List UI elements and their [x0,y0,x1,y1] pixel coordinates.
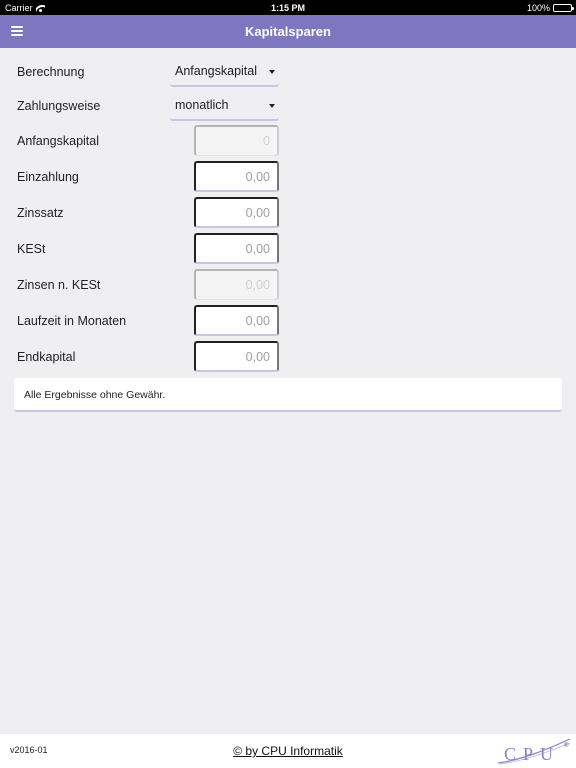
row-zinsen-kest: Zinsen n. KESt [0,268,576,302]
endkapital-label: Endkapital [17,350,76,364]
row-einzahlung: Einzahlung [0,160,576,194]
disclaimer-text: Alle Ergebnisse ohne Gewähr. [24,389,166,401]
row-anfangskapital: Anfangskapital [0,124,576,158]
row-endkapital: Endkapital [0,340,576,374]
einzahlung-label: Einzahlung [17,170,79,184]
dropdown-caret-icon [269,70,275,74]
row-kest: KESt [0,232,576,266]
berechnung-value: Anfangskapital [175,64,258,78]
row-berechnung: Berechnung Anfangskapital [0,55,576,89]
kest-label: KESt [17,242,46,256]
zinsen-kest-field [194,269,279,300]
page-title: Kapitalsparen [245,24,331,39]
berechnung-select[interactable]: Anfangskapital [170,57,279,87]
zahlungsweise-select[interactable]: monatlich [170,91,279,121]
battery-icon [553,4,574,12]
zahlungsweise-label: Zahlungsweise [17,99,101,113]
credit-link[interactable]: © by CPU Informatik [0,744,576,758]
row-zahlungsweise: Zahlungsweise monatlich [0,89,576,123]
anfangskapital-field [194,125,279,156]
zinssatz-field[interactable] [194,197,279,228]
footer: v2016-01 © by CPU Informatik CPU ® [0,734,576,768]
zahlungsweise-value: monatlich [175,98,229,112]
laufzeit-field[interactable] [194,305,279,336]
battery-status: 100% [526,3,574,13]
status-bar: Carrier 1:15 PM 100% [0,0,576,15]
kest-field[interactable] [194,233,279,264]
endkapital-field[interactable] [194,341,279,372]
battery-percent: 100% [526,3,550,13]
einzahlung-field[interactable] [194,161,279,192]
status-time: 1:15 PM [270,3,305,13]
nav-bar: Kapitalsparen [0,15,576,48]
dropdown-caret-icon [269,104,275,108]
laufzeit-label: Laufzeit in Monaten [17,314,127,328]
anfangskapital-label: Anfangskapital [17,134,100,148]
logo-mark: ® [564,742,569,749]
row-laufzeit: Laufzeit in Monaten [0,304,576,338]
berechnung-label: Berechnung [17,65,85,79]
logo-text: CPU [504,744,560,764]
cpu-logo-icon: CPU ® [497,738,571,765]
zinssatz-label: Zinssatz [17,206,64,220]
row-zinssatz: Zinssatz [0,196,576,230]
zinsen-kest-label: Zinsen n. KESt [17,278,101,292]
disclaimer-box: Alle Ergebnisse ohne Gewähr. [14,378,562,412]
